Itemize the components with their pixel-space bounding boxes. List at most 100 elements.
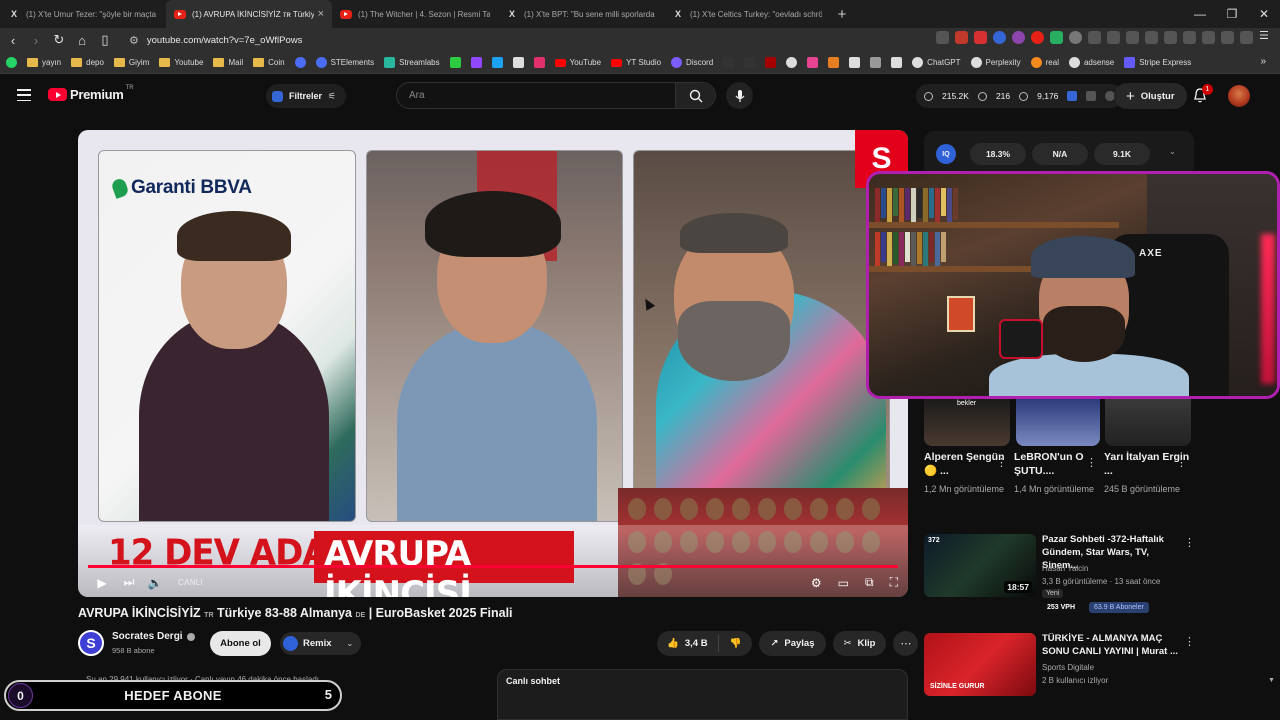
bookmark-folder[interactable]: Coin — [253, 58, 285, 67]
dislike-button[interactable]: 👎 — [719, 638, 753, 649]
search-input[interactable]: Ara — [397, 83, 675, 108]
bookmark-link[interactable]: adsense — [1068, 57, 1114, 68]
sidebar-icon[interactable] — [1164, 31, 1177, 44]
url-field[interactable]: ⚙ youtube.com/watch?v=7e_oWflPows — [129, 34, 302, 47]
home-icon[interactable]: ⌂ — [72, 30, 92, 50]
back-icon[interactable]: ‹ — [3, 30, 23, 50]
bookmark-icon[interactable] — [891, 57, 903, 68]
subscribe-button[interactable]: Abone ol — [210, 631, 271, 656]
search-button[interactable] — [675, 83, 715, 108]
extension-icon[interactable] — [1107, 31, 1120, 44]
bookmark-icon[interactable]: ▯ — [95, 30, 115, 50]
browser-tab[interactable]: (1) The Witcher | 4. Sezon | Resmi Tan — [332, 0, 498, 28]
more-options-icon[interactable]: ⋮ — [1184, 635, 1195, 648]
extension-icon[interactable] — [1126, 31, 1139, 44]
minimize-icon[interactable]: — — [1184, 0, 1216, 28]
kick-icon[interactable] — [449, 57, 461, 68]
channel-avatar[interactable]: S — [78, 630, 104, 656]
extension-icon[interactable] — [993, 31, 1006, 44]
short-item[interactable]: Alperen Şengün 🟡 ... 1,2 Mn görüntüleme … — [924, 451, 1010, 497]
puzzle-icon[interactable] — [1088, 31, 1101, 44]
bookmark-link[interactable]: ChatGPT — [912, 57, 961, 68]
bookmark-icon[interactable] — [807, 57, 819, 68]
bookmark-link[interactable]: Perplexity — [970, 57, 1021, 68]
chevron-down-icon[interactable]: ⌄ — [1169, 147, 1176, 156]
new-tab-button[interactable]: + — [830, 6, 854, 23]
short-thumbnail[interactable]: bekler — [924, 398, 1010, 446]
bookmark-link[interactable]: Streamlabs — [384, 57, 440, 68]
bookmark-folder[interactable]: Giyim — [113, 58, 149, 67]
bookmark-link[interactable]: YT Studio — [611, 58, 661, 67]
bookmark-folder[interactable]: depo — [71, 58, 104, 67]
bookmark-icon[interactable] — [870, 57, 882, 68]
more-actions-icon[interactable]: ⋯ — [893, 631, 919, 656]
shield-icon[interactable] — [1240, 31, 1253, 44]
browser-tab-active[interactable]: (1) AVRUPA İKİNCİSİYİZ ᴛʀ Türkiye × — [166, 0, 332, 28]
reload-icon[interactable]: ↻ — [49, 30, 69, 50]
twitch-icon[interactable] — [470, 57, 482, 68]
more-options-icon[interactable]: ⋮ — [996, 456, 1007, 469]
extension-icon[interactable] — [974, 31, 987, 44]
tiktok-icon[interactable] — [723, 57, 735, 68]
bookmark-folder[interactable]: Youtube — [159, 58, 203, 67]
bookmark-link[interactable]: Discord — [671, 57, 713, 68]
create-button[interactable]: + Oluştur — [1114, 83, 1187, 109]
recommended-video[interactable]: 372 18:57 Pazar Sohbeti -372-Haftalık Gü… — [924, 534, 1195, 613]
live-chat-panel[interactable]: Canlı sohbet — [497, 669, 908, 720]
browser-tab[interactable]: X (1) X'te Celtics Turkey: "oevladı schr… — [664, 0, 830, 28]
browser-tab[interactable]: X (1) X'te BPT: "Bu sene milli sporlarda — [498, 0, 664, 28]
bookmark-icon[interactable] — [786, 57, 798, 68]
bookmark-icon[interactable] — [828, 57, 840, 68]
volume-icon[interactable]: 🔈 — [140, 568, 170, 597]
short-thumbnail[interactable] — [1016, 398, 1100, 446]
r-icon[interactable] — [294, 57, 306, 68]
bluesky-icon[interactable] — [491, 57, 503, 68]
more-options-icon[interactable]: ⋮ — [1176, 456, 1187, 469]
filters-button[interactable]: Filtreler ⚟ — [266, 84, 347, 108]
maximize-icon[interactable]: ❐ — [1216, 0, 1248, 28]
more-options-icon[interactable]: ⋮ — [1086, 456, 1097, 469]
next-icon[interactable]: ⏭ — [118, 568, 140, 597]
extension-icon[interactable] — [1067, 91, 1078, 101]
music-icon[interactable] — [1145, 31, 1158, 44]
video-player[interactable]: Garanti BBVA S 12 DEV ADAM AVRUPA İKİNCİ… — [78, 130, 908, 597]
browser-tab[interactable]: X (1) X'te Umur Tezer: "şöyle bir maçta — [0, 0, 166, 28]
like-button[interactable]: 👍 3,4 B — [657, 635, 719, 652]
menu-icon[interactable]: ☰ — [1259, 31, 1272, 44]
more-options-icon[interactable]: ⋮ — [1184, 536, 1195, 549]
theater-mode-icon[interactable]: ▭ — [838, 576, 849, 590]
site-info-icon[interactable]: ⚙ — [129, 34, 139, 47]
notifications-button[interactable]: 1 — [1192, 84, 1213, 104]
play-icon[interactable]: ▶ — [78, 568, 118, 597]
bookmark-link[interactable]: Stripe Express — [1124, 57, 1191, 68]
youtube-logo[interactable]: Premium TR — [48, 85, 134, 102]
remix-button[interactable]: Remix ⌄ — [280, 632, 362, 655]
voice-search-button[interactable] — [726, 82, 753, 109]
bookmark-link[interactable]: STElements — [315, 57, 374, 68]
channel-stats-widget[interactable]: 215.2K 216 9,176 — [916, 84, 1124, 108]
bookmark-folder[interactable]: yayın — [27, 58, 61, 67]
video-thumbnail[interactable]: 372 18:57 — [924, 534, 1036, 597]
clip-button[interactable]: ✂ Klip — [832, 631, 887, 656]
bookmark-folder[interactable]: Mail — [213, 58, 243, 67]
bookmark-link[interactable]: real — [1030, 57, 1059, 68]
account-avatar[interactable] — [1228, 85, 1250, 107]
close-tab-icon[interactable]: × — [318, 8, 324, 20]
extension-icon[interactable] — [1012, 31, 1025, 44]
close-window-icon[interactable]: ✕ — [1248, 0, 1280, 28]
instagram-icon[interactable] — [533, 57, 545, 68]
live-indicator[interactable]: CANLI — [178, 578, 203, 587]
video-thumbnail[interactable]: SİZİNLE GURUR — [924, 633, 1036, 696]
list-icon[interactable] — [1086, 91, 1097, 101]
extension-icon[interactable] — [1069, 31, 1082, 44]
cast-icon[interactable]: ⧉ — [865, 575, 874, 590]
extension-icon[interactable] — [955, 31, 968, 44]
sparkle-icon[interactable] — [1202, 31, 1215, 44]
wallet-icon[interactable] — [1183, 31, 1196, 44]
bookmark-icon[interactable] — [765, 57, 777, 68]
extension-icon[interactable] — [1031, 31, 1044, 44]
extension-icon[interactable] — [936, 31, 949, 44]
tiktok-icon[interactable] — [744, 57, 756, 68]
scroll-down-icon[interactable]: ▼ — [1268, 677, 1275, 684]
settings-icon[interactable]: ⚙ — [811, 576, 822, 590]
